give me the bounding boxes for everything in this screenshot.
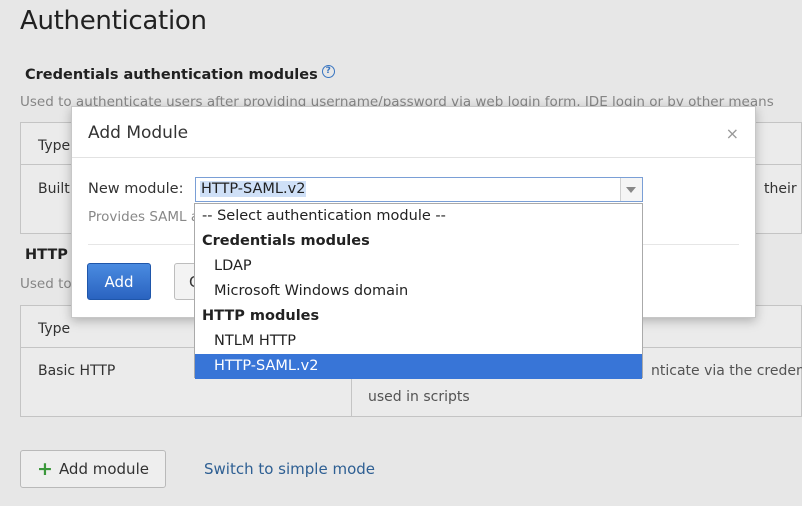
close-icon[interactable]: ×: [726, 124, 739, 143]
dropdown-group-credentials: Credentials modules: [202, 233, 370, 249]
selected-module-value: HTTP-SAML.v2: [200, 181, 307, 197]
dropdown-group-http: HTTP modules: [202, 308, 320, 324]
add-button[interactable]: Add: [87, 263, 151, 300]
dropdown-option-ntlm-http[interactable]: NTLM HTTP: [195, 329, 642, 354]
module-description: Provides SAML a: [88, 209, 200, 225]
dialog-title: Add Module: [88, 123, 189, 143]
dropdown-option-placeholder[interactable]: -- Select authentication module --: [195, 204, 642, 229]
module-dropdown-list: -- Select authentication module -- Crede…: [194, 203, 643, 379]
new-module-select[interactable]: HTTP-SAML.v2: [195, 177, 643, 202]
chevron-down-icon[interactable]: [620, 178, 642, 201]
dropdown-option-windows-domain[interactable]: Microsoft Windows domain: [195, 279, 642, 304]
dropdown-option-ldap[interactable]: LDAP: [195, 254, 642, 279]
new-module-label: New module:: [88, 181, 184, 197]
dialog-header-divider: [72, 157, 755, 158]
dropdown-option-http-saml-v2[interactable]: HTTP-SAML.v2: [195, 354, 642, 379]
